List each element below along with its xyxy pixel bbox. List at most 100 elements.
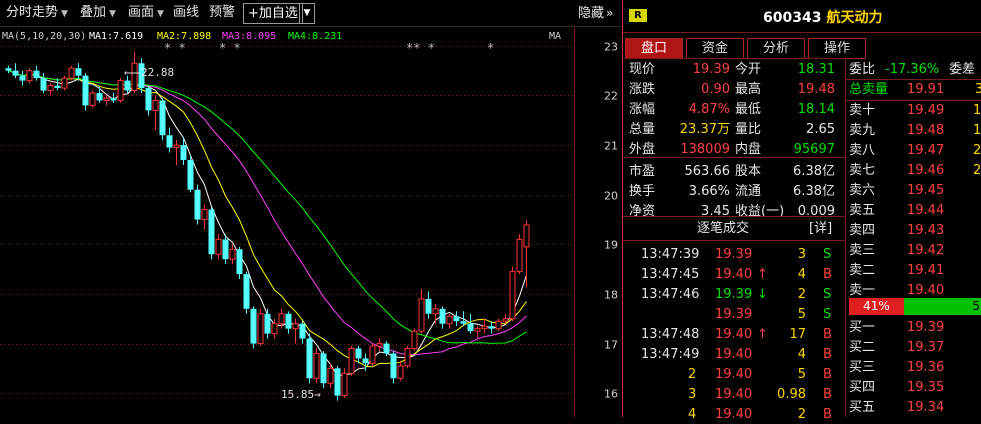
candle-body (19, 75, 26, 81)
candle (432, 303, 439, 324)
candlestick-chart[interactable]: 23 22 21 20 19 18 17 16 MA(5,10,20,30) MA1:7.61… (0, 27, 622, 417)
weicha-value: 34 (975, 82, 981, 97)
candle-body (110, 97, 117, 101)
star-mark: ** * (406, 41, 435, 55)
sell-price: 19.42 (907, 243, 945, 258)
candle-body (285, 313, 292, 329)
tab-funds[interactable]: 资金 (686, 38, 744, 59)
sell-price: 19.45 (907, 183, 945, 198)
candle-body (257, 313, 264, 345)
hide-panel-button[interactable]: 隐藏» (578, 0, 613, 27)
toolbar-overlay-menu[interactable]: 叠加 ▼ (80, 0, 116, 26)
toolbar-intraday-menu[interactable]: 分时走势 ▼ (6, 0, 68, 26)
candle (5, 65, 12, 74)
total-sell-label: 总卖量 (849, 82, 889, 97)
candle (194, 184, 201, 225)
buy-sell-ratio-bar: 41% 5 (849, 298, 981, 315)
sell-price: 19.48 (907, 123, 945, 138)
tab-analysis[interactable]: 分析 (747, 38, 805, 59)
quote-value: 18.31 (797, 62, 835, 77)
candle (257, 308, 264, 347)
candle (516, 234, 523, 275)
candle-body (208, 209, 215, 255)
candle-body (54, 85, 61, 89)
trade-side: B (823, 387, 832, 402)
candle-body (313, 352, 320, 379)
trade-volume: 0.98 (777, 387, 806, 402)
toolbar-draw-button[interactable]: 画线 (173, 0, 199, 26)
sell-price: 19.49 (907, 103, 945, 118)
trades-detail-link[interactable]: [详] (809, 219, 832, 238)
candle (89, 90, 96, 108)
trade-time: 13:47:48 (641, 327, 700, 342)
double-chevron-right-icon: » (606, 6, 614, 20)
quote-value: 563.66 (684, 164, 731, 179)
watchlist-dropdown-button[interactable]: ▼ (299, 3, 315, 24)
candle-body (180, 145, 187, 160)
candle (299, 321, 306, 344)
candle-body (68, 67, 75, 79)
trade-price: 19.40 (715, 367, 753, 382)
candle-body (89, 92, 96, 106)
candle-body (117, 80, 124, 101)
candle-body (418, 298, 425, 332)
candle (313, 348, 320, 384)
trade-price: 19.40 (715, 387, 753, 402)
chevron-down-icon: ▼ (61, 9, 68, 19)
buy-price: 19.39 (907, 320, 945, 335)
candle (348, 346, 355, 376)
trade-side: B (823, 347, 832, 362)
sell-level-label: 卖四 (849, 223, 876, 238)
candle-body (299, 323, 306, 339)
quote-label: 换手 (629, 184, 656, 199)
trade-price: 19.40 (715, 347, 753, 362)
tab-operation[interactable]: 操作 (808, 38, 866, 59)
candle (12, 63, 19, 79)
candle-body (383, 343, 390, 354)
candle-body (222, 239, 229, 260)
sell-volume: 1 (973, 103, 981, 118)
quote-label: 流通 (735, 184, 762, 199)
quote-value: 4.87% (688, 102, 730, 117)
toolbar-alert-button[interactable]: 预警 (209, 0, 235, 26)
add-watchlist-button[interactable]: +加自选 (243, 3, 303, 24)
star-mark: * (487, 41, 494, 55)
quote-value: 2.65 (806, 122, 835, 137)
y-tick-label: 17 (604, 339, 618, 352)
buy-level-label: 买四 (849, 380, 876, 395)
stock-badge: R (629, 9, 647, 22)
y-tick-label: 18 (604, 289, 618, 302)
toolbar-view-menu[interactable]: 画面 ▼ (128, 0, 164, 26)
candle (166, 127, 173, 153)
candle (33, 65, 40, 81)
candle (47, 83, 54, 96)
quote-label: 现价 (629, 62, 656, 77)
trade-time: 13:47:46 (641, 287, 700, 302)
arrow-up-icon: ↑ (757, 267, 768, 282)
trade-side: S (823, 307, 832, 322)
candle-body (243, 274, 250, 309)
candle-body (103, 97, 110, 101)
tab-pankou[interactable]: 盘口 (625, 38, 683, 59)
y-tick-label: 20 (604, 190, 618, 203)
candle-body (47, 85, 54, 92)
candle (453, 311, 460, 327)
y-tick-label: 19 (604, 239, 618, 252)
trade-side: B (823, 407, 832, 422)
candle-body (327, 367, 334, 384)
candle (411, 328, 418, 351)
weibi-value: -17.36% (885, 62, 940, 77)
quote-label: 最低 (735, 102, 762, 117)
candle-body (481, 325, 488, 330)
buy-price: 19.35 (907, 380, 945, 395)
quote-value: 19.39 (692, 62, 730, 77)
candle (509, 266, 516, 322)
candle (103, 95, 110, 106)
candle-body (75, 68, 82, 76)
candle-body (362, 358, 369, 364)
candle-body (12, 70, 19, 76)
trade-count: 4 (688, 407, 697, 422)
toolbar-label: 画面 (128, 5, 155, 20)
candle (481, 318, 488, 334)
ma1-value: MA1:7.619 (89, 31, 143, 42)
